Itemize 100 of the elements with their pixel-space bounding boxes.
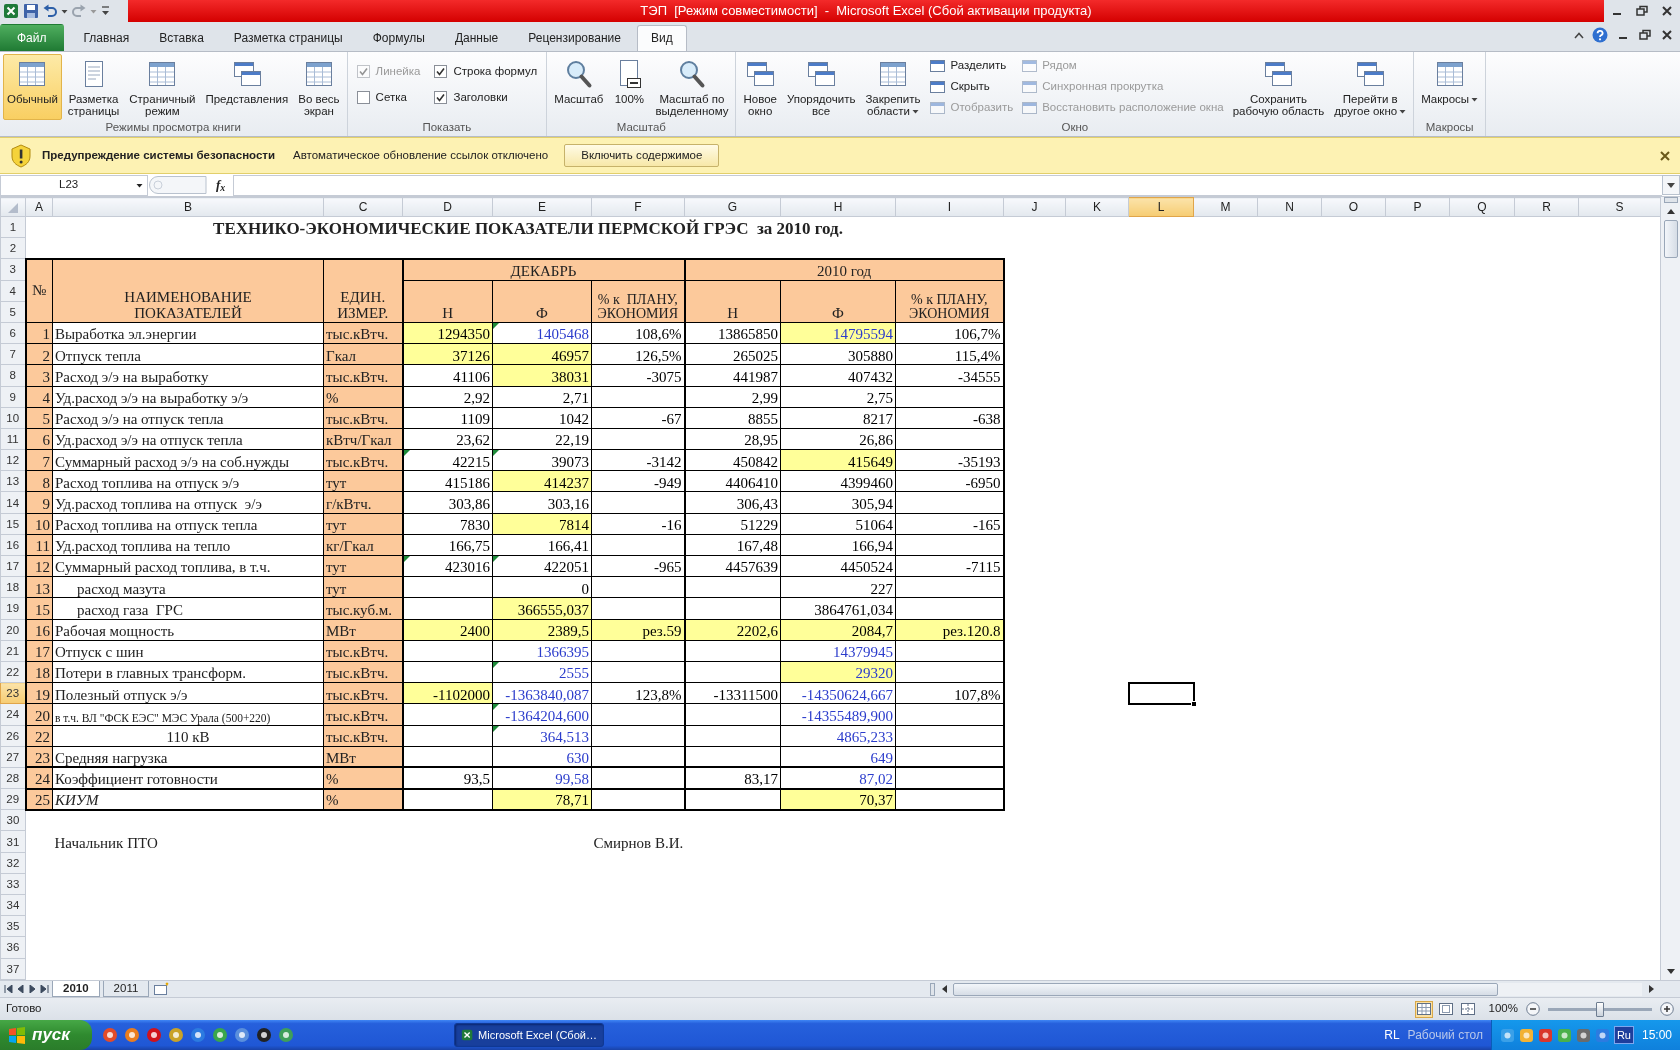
row-header[interactable]: 1 bbox=[0, 216, 26, 238]
app-icon[interactable] bbox=[167, 1027, 184, 1043]
tray-icon[interactable] bbox=[1537, 1027, 1553, 1043]
cell-cursor[interactable] bbox=[1127, 681, 1195, 705]
start-button[interactable]: пуск bbox=[0, 1020, 92, 1050]
column-header[interactable]: F bbox=[591, 197, 685, 217]
app-icon[interactable] bbox=[277, 1027, 294, 1043]
row-header[interactable]: 11 bbox=[0, 428, 26, 450]
zoom-level[interactable]: 100% bbox=[1488, 1000, 1518, 1018]
row-header[interactable]: 31 bbox=[0, 830, 26, 853]
file-tab[interactable]: Файл bbox=[0, 24, 64, 51]
app-icon[interactable] bbox=[145, 1027, 162, 1043]
next-sheet-icon[interactable] bbox=[28, 985, 37, 993]
column-header[interactable]: H bbox=[780, 197, 896, 217]
ribbon-button[interactable]: Скрыть bbox=[926, 76, 1017, 97]
row-header[interactable]: 19 bbox=[0, 597, 26, 620]
column-header[interactable]: G bbox=[684, 197, 781, 217]
row-header[interactable]: 33 bbox=[0, 873, 26, 895]
sheet-tab[interactable]: 2010 bbox=[52, 981, 100, 997]
row-header[interactable]: 24 bbox=[0, 703, 26, 725]
row-header[interactable]: 5 bbox=[0, 301, 26, 323]
previous-sheet-icon[interactable] bbox=[16, 985, 25, 993]
desktop-toolbar[interactable]: Рабочий стол bbox=[1407, 1026, 1483, 1044]
ribbon-tab[interactable]: Разметка страницы bbox=[219, 25, 357, 51]
column-header[interactable]: I bbox=[895, 197, 1004, 217]
app-icon[interactable] bbox=[255, 1027, 272, 1043]
row-header[interactable]: 27 bbox=[0, 746, 26, 768]
row-header[interactable]: 15 bbox=[0, 513, 26, 535]
expand-icon[interactable] bbox=[1662, 175, 1680, 195]
app-icon[interactable] bbox=[211, 1027, 228, 1043]
ribbon-button[interactable]: Сохранить рабочую область bbox=[1228, 54, 1329, 120]
app-icon[interactable] bbox=[189, 1027, 206, 1043]
row-header[interactable]: 28 bbox=[0, 767, 26, 789]
name-box[interactable]: L23 bbox=[0, 174, 148, 196]
previous-sheet-icon[interactable] bbox=[4, 985, 13, 993]
row-header[interactable]: 13 bbox=[0, 470, 26, 492]
formula-input[interactable] bbox=[233, 174, 1662, 196]
app-icon[interactable] bbox=[101, 1027, 118, 1043]
ribbon-tab[interactable]: Вставка bbox=[145, 25, 218, 51]
column-header[interactable]: Q bbox=[1449, 197, 1515, 217]
row-header[interactable]: 22 bbox=[0, 661, 26, 683]
row-header[interactable]: 14 bbox=[0, 491, 26, 514]
fill-handle[interactable] bbox=[1190, 700, 1197, 707]
column-header[interactable]: M bbox=[1193, 197, 1258, 217]
sheet-tab[interactable]: 2011 bbox=[102, 981, 150, 997]
row-header[interactable]: 36 bbox=[0, 936, 26, 959]
row-header[interactable]: 35 bbox=[0, 915, 26, 937]
row-header[interactable]: 17 bbox=[0, 555, 26, 577]
zoom-out-icon[interactable] bbox=[1526, 1002, 1540, 1016]
row-header[interactable]: 37 bbox=[0, 958, 26, 980]
row-header[interactable]: 29 bbox=[0, 788, 26, 810]
row-header[interactable]: 16 bbox=[0, 534, 26, 556]
zoom-in-icon[interactable] bbox=[1660, 1002, 1674, 1016]
ribbon-button[interactable]: Масштаб по выделенному bbox=[651, 54, 733, 120]
app-icon[interactable] bbox=[123, 1027, 140, 1043]
checkbox[interactable]: Сетка bbox=[356, 89, 421, 107]
help-icon[interactable] bbox=[1592, 27, 1608, 43]
input-language[interactable]: Ru bbox=[1613, 1025, 1634, 1045]
ribbon-button[interactable]: Упорядочить все bbox=[782, 54, 860, 120]
tray-icon[interactable] bbox=[1499, 1027, 1515, 1043]
row-header[interactable]: 18 bbox=[0, 576, 26, 598]
ribbon-tab[interactable]: Рецензирование bbox=[514, 25, 635, 51]
ribbon-button[interactable]: Разметка страницы bbox=[63, 54, 124, 120]
ribbon-tab[interactable]: Данные bbox=[440, 25, 513, 51]
row-header[interactable]: 12 bbox=[0, 449, 26, 471]
caret-icon[interactable] bbox=[136, 182, 143, 188]
row-header[interactable]: 20 bbox=[0, 619, 26, 641]
ribbon-button[interactable]: 100% bbox=[609, 54, 650, 120]
tray-icon[interactable] bbox=[1518, 1027, 1534, 1043]
column-header[interactable]: B bbox=[52, 197, 324, 217]
excel-logo-icon[interactable] bbox=[3, 3, 19, 19]
tray-icon[interactable] bbox=[1575, 1027, 1591, 1043]
checkbox[interactable]: Строка формул bbox=[434, 63, 538, 81]
column-header[interactable]: J bbox=[1003, 197, 1066, 217]
ribbon-button[interactable]: Страничный режим bbox=[125, 54, 200, 120]
column-header[interactable]: P bbox=[1385, 197, 1450, 217]
collapse-ribbon-icon[interactable] bbox=[1574, 31, 1584, 39]
ribbon-button[interactable]: Во весь экран bbox=[294, 54, 344, 120]
close-icon[interactable] bbox=[1660, 4, 1675, 18]
split-handle-icon[interactable] bbox=[930, 982, 935, 996]
ribbon-tab[interactable]: Главная bbox=[69, 25, 144, 51]
row-header[interactable]: 2 bbox=[0, 237, 26, 259]
ribbon-button[interactable]: Макросы bbox=[1417, 54, 1483, 120]
column-header[interactable]: K bbox=[1065, 197, 1129, 217]
column-header[interactable]: A bbox=[25, 197, 53, 217]
row-header[interactable]: 6 bbox=[0, 322, 26, 344]
scrollbar-thumb[interactable] bbox=[953, 982, 1498, 996]
ribbon-button[interactable]: Разделить bbox=[926, 55, 1017, 76]
ribbon-button[interactable]: Масштаб bbox=[550, 54, 608, 120]
row-header[interactable]: 34 bbox=[0, 894, 26, 916]
next-sheet-icon[interactable] bbox=[40, 985, 49, 993]
ribbon-button[interactable]: Обычный bbox=[3, 54, 62, 120]
column-header[interactable]: O bbox=[1321, 197, 1386, 217]
column-header[interactable]: L bbox=[1128, 197, 1194, 217]
row-header[interactable]: 23 bbox=[0, 682, 26, 704]
ribbon-tab[interactable]: Вид bbox=[636, 25, 687, 51]
restore-icon[interactable] bbox=[1635, 4, 1649, 18]
scrollbar-thumb[interactable] bbox=[1663, 220, 1678, 258]
taskbar-button[interactable]: Microsoft Excel (Сбой… bbox=[453, 1023, 604, 1047]
app-icon[interactable] bbox=[233, 1027, 250, 1043]
